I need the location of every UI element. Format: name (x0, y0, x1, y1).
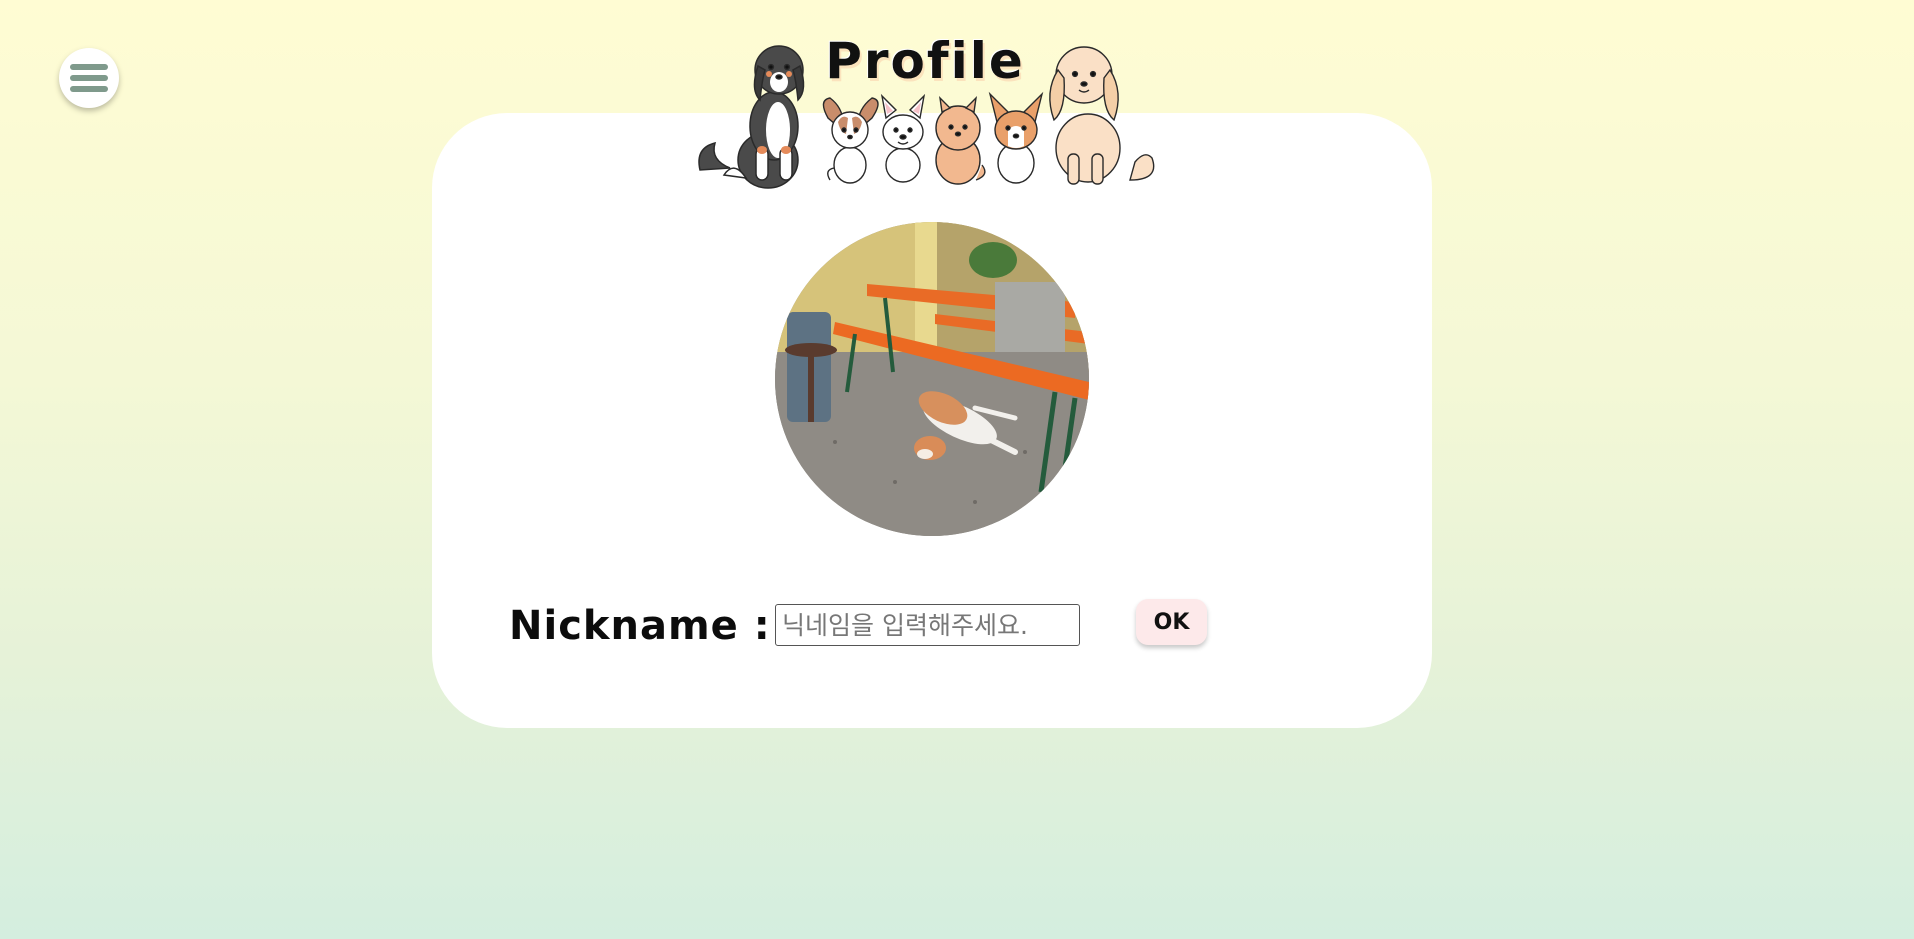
hamburger-menu-icon (70, 64, 108, 92)
dog-photo-image (775, 222, 1089, 536)
bernese-dog-drawing (698, 45, 805, 189)
french-bulldog-drawing (880, 93, 926, 183)
page-title: Profile (825, 32, 1025, 90)
pomeranian-dog-drawing (935, 96, 986, 185)
corgi-dog-drawing (988, 91, 1044, 184)
nickname-label: Nickname : (509, 603, 771, 649)
golden-dog-drawing (1049, 46, 1155, 185)
menu-button[interactable] (59, 48, 119, 108)
nickname-input[interactable] (775, 604, 1080, 646)
profile-photo (775, 222, 1089, 536)
papillon-dog-drawing (822, 97, 879, 184)
ok-button[interactable]: OK (1136, 599, 1207, 645)
